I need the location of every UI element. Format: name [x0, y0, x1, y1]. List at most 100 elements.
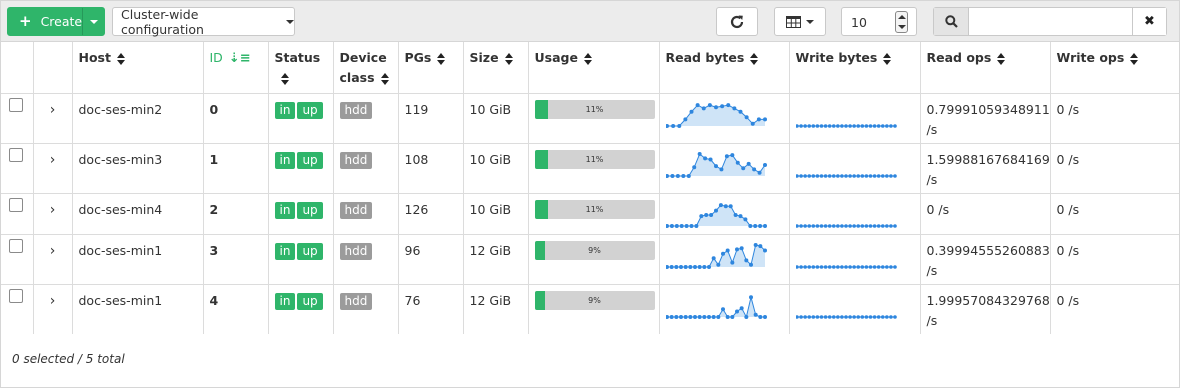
stepper-up-icon[interactable]: [898, 15, 906, 19]
row-checkbox[interactable]: [9, 238, 23, 253]
sparkline-point: [729, 314, 734, 319]
sparkline-point: [669, 264, 674, 269]
sparkline-point: [798, 223, 803, 228]
sparkline-point: [734, 246, 739, 251]
page-size-stepper[interactable]: [895, 11, 908, 33]
table-row[interactable]: › doc-ses-min1 3 in up hdd 96 12 GiB 9% 0…: [1, 234, 1179, 285]
sparkline-point: [718, 166, 723, 171]
sparkline-point: [739, 305, 744, 310]
sparkline-point: [880, 123, 885, 128]
sparkline-point: [701, 264, 706, 269]
usage-bar: 11%: [534, 99, 655, 119]
header-write-bytes[interactable]: Write bytes: [789, 42, 921, 94]
table-row[interactable]: › doc-ses-min2 0 in up hdd 119 10 GiB 11%…: [1, 93, 1179, 144]
table-header-row: Host ID ⇣≡ Status Device class PGs Size U…: [1, 42, 1179, 94]
chevron-right-icon[interactable]: ›: [50, 202, 56, 218]
column-selector-button[interactable]: [774, 7, 826, 36]
search-button[interactable]: [934, 8, 969, 35]
sparkline-point: [884, 173, 889, 178]
sparkline-point: [802, 123, 807, 128]
header-select-col: [1, 42, 34, 94]
sparkline-point: [697, 151, 702, 156]
usage-cell: 11%: [528, 193, 660, 235]
row-checkbox[interactable]: [9, 97, 23, 112]
sparkline-point: [757, 314, 762, 319]
sparkline-point: [827, 123, 831, 128]
sparkline-point: [835, 314, 840, 319]
sparkline-point: [665, 123, 669, 128]
sparkline-point: [876, 123, 880, 128]
search-box: ✖: [933, 7, 1167, 36]
sparkline-point: [851, 173, 856, 178]
page-size-input[interactable]: 10: [841, 7, 917, 36]
header-read-bytes[interactable]: Read bytes: [659, 42, 790, 94]
header-status[interactable]: Status: [268, 42, 334, 94]
sparkline-point: [747, 223, 752, 228]
sparkline-point: [864, 173, 868, 178]
header-size-label: Size: [469, 50, 499, 65]
header-device-class[interactable]: Device class: [333, 42, 399, 94]
sparkline-point: [855, 223, 860, 228]
pgs-value: 119: [404, 101, 429, 117]
size-value: 10 GiB: [469, 201, 512, 217]
header-pgs[interactable]: PGs: [398, 42, 464, 94]
row-checkbox[interactable]: [9, 288, 23, 303]
header-size[interactable]: Size: [463, 42, 529, 94]
table-row[interactable]: › doc-ses-min4 2 in up hdd 126 10 GiB 11%…: [1, 193, 1179, 235]
sort-icon: [280, 72, 289, 85]
sparkline-point: [884, 264, 889, 269]
refresh-button[interactable]: [716, 7, 758, 36]
table-row[interactable]: › doc-ses-min1 4 in up hdd 76 12 GiB 9% 1…: [1, 284, 1179, 335]
sparkline-point: [798, 314, 803, 319]
create-dropdown-toggle[interactable]: [82, 8, 104, 35]
write-bytes-cell: [789, 193, 921, 235]
row-checkbox[interactable]: [9, 147, 23, 162]
id-value: 4: [209, 292, 219, 308]
id-cell: 1: [203, 143, 269, 194]
chevron-right-icon[interactable]: ›: [50, 243, 56, 259]
write-ops-cell: 0 /s: [1050, 143, 1179, 194]
sparkline-point: [811, 173, 815, 178]
sparkline-point: [811, 223, 815, 228]
write-bytes-sparkline: [795, 123, 897, 128]
header-write-ops[interactable]: Write ops: [1050, 42, 1179, 94]
pgs-value: 96: [404, 242, 421, 258]
sparkline-point: [847, 223, 852, 228]
read-bytes-sparkline: [665, 242, 767, 269]
cluster-config-label: Cluster-wide configuration: [121, 6, 204, 37]
sparkline-point: [843, 264, 848, 269]
stepper-down-icon[interactable]: [898, 25, 906, 29]
sparkline-point: [892, 264, 897, 269]
header-read-ops[interactable]: Read ops: [920, 42, 1051, 94]
sort-icon: [380, 72, 389, 85]
header-usage[interactable]: Usage: [528, 42, 660, 94]
device-class-cell: hdd: [333, 234, 399, 285]
status-cell: in up: [268, 193, 334, 235]
sparkline-point: [680, 173, 685, 178]
sparkline-point: [687, 264, 692, 269]
chevron-right-icon[interactable]: ›: [50, 152, 56, 168]
sparkline-point: [892, 173, 897, 178]
sparkline-point: [673, 264, 678, 269]
clear-search-button[interactable]: ✖: [1132, 8, 1166, 35]
header-id-label: ID: [209, 50, 223, 65]
status-badge-in: in: [274, 242, 296, 260]
chevron-right-icon[interactable]: ›: [50, 293, 56, 309]
read-ops-cell: 0.3999455526088382/s: [920, 234, 1051, 285]
cluster-config-dropdown[interactable]: Cluster-wide configuration: [112, 6, 295, 37]
sparkline-point: [876, 173, 880, 178]
sparkline-point: [839, 123, 844, 128]
sparkline-point: [762, 162, 767, 167]
table-row[interactable]: › doc-ses-min3 1 in up hdd 108 10 GiB 11%…: [1, 143, 1179, 194]
header-id[interactable]: ID ⇣≡: [203, 42, 269, 94]
create-button[interactable]: + Create: [7, 7, 105, 36]
chevron-right-icon[interactable]: ›: [50, 102, 56, 118]
search-input[interactable]: [969, 8, 1133, 35]
sparkline-point: [851, 123, 856, 128]
header-host[interactable]: Host: [72, 42, 204, 94]
row-checkbox[interactable]: [9, 197, 23, 212]
read-ops-cell: 1.5998816768416986/s: [920, 143, 1051, 194]
sparkline-point: [675, 173, 680, 178]
sparkline-point: [720, 306, 725, 311]
sparkline-point: [707, 102, 712, 107]
